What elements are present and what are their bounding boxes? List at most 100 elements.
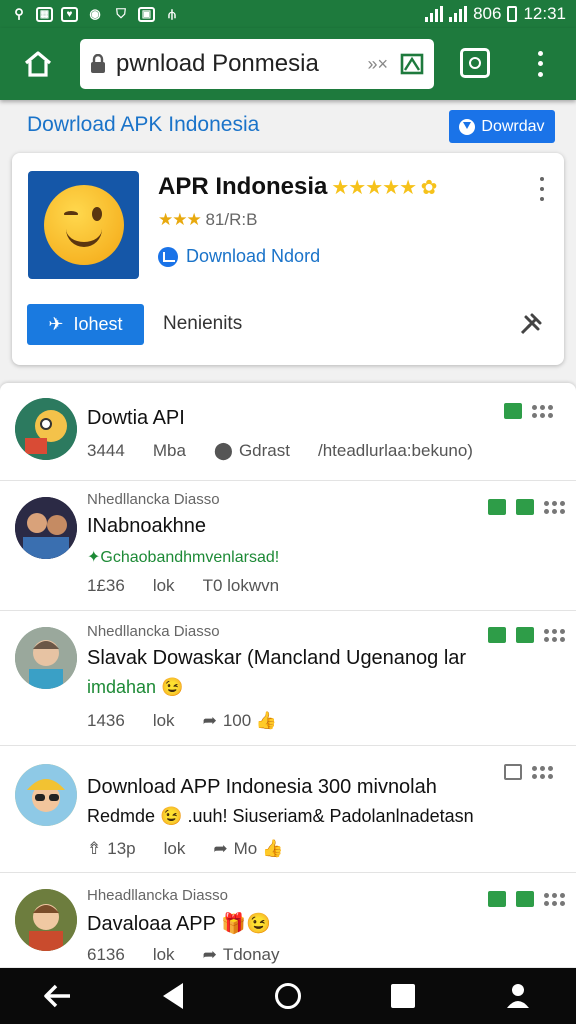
shield-icon: ⛉ xyxy=(116,6,126,21)
recents-button[interactable] xyxy=(383,976,423,1016)
url-extra: »× xyxy=(367,53,388,74)
post-like-label: lok xyxy=(152,576,175,595)
post-share[interactable]: ➦ Mo 👍 xyxy=(213,839,283,859)
home-circle-icon xyxy=(274,983,301,1009)
app-card: APR Indonesia ★★★★★ ✿ ★★★ 81/R:B Download… xyxy=(12,153,564,365)
post-stat: T0 lokwvn xyxy=(202,576,280,595)
install-label: Iohest xyxy=(73,314,123,334)
usb-icon: ⫛ xyxy=(168,6,176,21)
post-meta: 1£36 lok T0 lokwvn xyxy=(87,576,279,596)
feed-item[interactable]: Dowtia API 3444 Mba ⬤ Gdrast /hteadlurlaa… xyxy=(0,383,576,481)
secondary-label[interactable]: Nenienits xyxy=(163,313,242,335)
bookmark-icon[interactable] xyxy=(400,52,424,76)
avatar[interactable] xyxy=(15,627,77,689)
post-size: Mba xyxy=(152,441,186,460)
post-location: ⬤ Gdrast xyxy=(213,441,290,460)
back-button[interactable] xyxy=(153,976,193,1016)
post-share[interactable]: ➦ Tdonay xyxy=(203,945,280,965)
app-badge-icon[interactable] xyxy=(504,403,522,419)
app-badge-icon[interactable] xyxy=(488,891,506,907)
avatar[interactable] xyxy=(15,764,77,826)
pin-icon[interactable] xyxy=(516,311,544,339)
post-title: Slavak Dowaskar (Mancland Ugenanog lar xyxy=(87,647,467,669)
app-badge-icon[interactable] xyxy=(516,627,534,643)
post-time: 6136 xyxy=(87,945,125,964)
post-title: Download APP Indonesia 300 mivnolah xyxy=(87,776,437,798)
post-meta: 3444 Mba ⬤ Gdrast /hteadlurlaa:bekuno) xyxy=(87,441,473,461)
post-like-label: lok xyxy=(152,945,175,964)
post-actions xyxy=(504,403,558,419)
home-nav-button[interactable] xyxy=(268,976,308,1016)
post-count: 3444 xyxy=(87,441,125,460)
post-title: Davaloaa APP 🎁😉 xyxy=(87,913,271,935)
heart-app-icon: ♥ xyxy=(61,6,78,22)
more-icon[interactable] xyxy=(544,628,570,642)
post-like-label: lok xyxy=(152,711,175,730)
send-icon: ✈ xyxy=(48,314,64,334)
post-share[interactable]: ➦ 100 👍 xyxy=(203,711,278,731)
overflow-menu-button[interactable] xyxy=(530,48,550,80)
signal-icon-2 xyxy=(449,6,468,22)
install-button[interactable]: ✈ Iohest xyxy=(27,304,144,345)
feed-item[interactable]: Hheadllancka Diasso Davaloaa APP 🎁😉 6136… xyxy=(0,873,576,967)
avatar[interactable] xyxy=(15,889,77,951)
tabs-icon xyxy=(469,57,481,69)
post-author: Nhedllancka Diasso xyxy=(87,491,220,508)
header-download-label: Dowrdav xyxy=(481,117,545,135)
post-actions xyxy=(488,499,570,515)
more-icon[interactable] xyxy=(532,765,558,779)
circle-app-icon: ◉ xyxy=(89,6,101,21)
tabs-button[interactable] xyxy=(460,48,490,78)
calendar-icon[interactable] xyxy=(504,764,522,780)
post-tagline[interactable]: ✦Gchaobandhmvenlarsad! xyxy=(87,547,279,567)
post-actions xyxy=(488,627,570,643)
rating-stars: ★★★ xyxy=(158,210,202,229)
back-arrow-button[interactable] xyxy=(38,976,78,1016)
app-badge-icon[interactable] xyxy=(488,499,506,515)
feed-item[interactable]: Download APP Indonesia 300 mivnolah Redm… xyxy=(0,746,576,873)
more-icon[interactable] xyxy=(544,500,570,514)
post-meta: ⇮ 13p lok ➦ Mo 👍 xyxy=(87,839,283,859)
post-author: Nhedllancka Diasso xyxy=(87,623,220,640)
location-icon: ⬤ xyxy=(213,441,233,460)
home-icon xyxy=(24,51,52,77)
app-badge-icon[interactable] xyxy=(516,891,534,907)
app-icon[interactable] xyxy=(28,171,139,279)
avatar[interactable] xyxy=(15,497,77,559)
download-link[interactable]: Download Ndord xyxy=(158,246,320,267)
app-badge-icon[interactable] xyxy=(488,627,506,643)
more-icon[interactable] xyxy=(532,404,558,418)
share-icon: ➦ xyxy=(213,839,228,858)
rating-text: 81/R:B xyxy=(205,210,258,229)
accessibility-button[interactable] xyxy=(498,976,538,1016)
app-title-text: APR Indonesia xyxy=(158,173,328,200)
share-icon: ➦ xyxy=(202,945,217,964)
grid-app-icon: ▦ xyxy=(36,6,53,22)
post-title: INabnoakhne xyxy=(87,515,206,537)
more-icon[interactable] xyxy=(544,892,570,906)
app-badge-icon[interactable] xyxy=(516,499,534,515)
location-pin-icon: ⚲ xyxy=(14,6,24,21)
signal-icon xyxy=(425,6,444,22)
recents-square-icon xyxy=(391,984,416,1008)
post-time: 1436 xyxy=(87,711,125,730)
share-icon: ➦ xyxy=(202,711,217,730)
post-tagline[interactable]: imdahan 😉 xyxy=(87,677,183,698)
feed-item[interactable]: Nhedllancka Diasso Slavak Dowaskar (Manc… xyxy=(0,611,576,746)
post-title: Dowtia API xyxy=(87,407,185,429)
url-text: pwnload Ponmesia xyxy=(116,50,319,77)
status-network-text: 806 xyxy=(473,4,502,23)
post-meta: 6136 lok ➦ Tdonay xyxy=(87,945,280,965)
app-title: APR Indonesia ★★★★★ ✿ xyxy=(158,173,437,201)
thumbs-icon: ⇮ xyxy=(87,839,102,858)
avatar[interactable] xyxy=(15,398,77,460)
post-actions xyxy=(504,764,558,780)
page-title[interactable]: Dowrload APK Indonesia xyxy=(27,113,259,137)
header-download-button[interactable]: Dowrdav xyxy=(449,110,555,143)
address-bar[interactable]: pwnload Ponmesia »× xyxy=(80,39,434,89)
card-more-button[interactable] xyxy=(538,177,546,201)
verified-icon xyxy=(158,246,178,267)
feed-item[interactable]: Nhedllancka Diasso INabnoakhne ✦Gchaoban… xyxy=(0,481,576,611)
home-button[interactable] xyxy=(18,46,58,82)
post-source: /hteadlurlaa:bekuno) xyxy=(317,441,473,460)
